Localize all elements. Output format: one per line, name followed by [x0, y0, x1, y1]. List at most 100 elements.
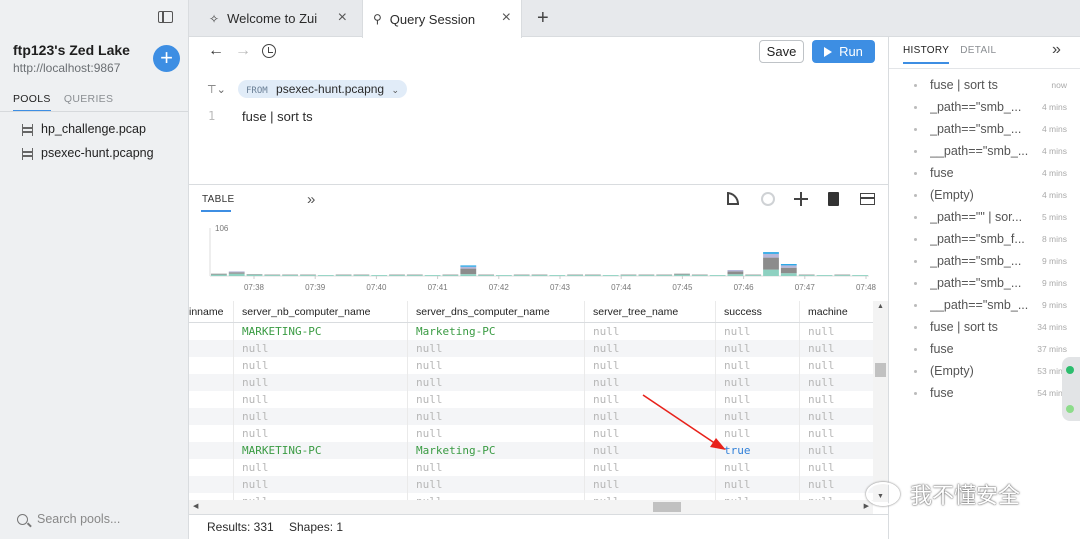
table-cell[interactable]: MARKETING-PC	[234, 442, 408, 459]
table-cell[interactable]: null	[585, 357, 716, 374]
table-cell[interactable]: null	[585, 425, 716, 442]
table-cell[interactable]: null	[234, 476, 408, 493]
table-cell[interactable]: null	[234, 374, 408, 391]
history-item[interactable]: fuse 37 mins	[909, 338, 1073, 360]
history-item[interactable]: _path=="" | sor... 5 mins	[909, 206, 1073, 228]
table-cell[interactable]: null	[234, 340, 408, 357]
history-item[interactable]: _path=="smb_... 4 mins	[909, 118, 1073, 140]
table-cell[interactable]: true	[716, 442, 800, 459]
table-cell[interactable]: null	[585, 391, 716, 408]
table-cell[interactable]: null	[800, 425, 873, 442]
table-cell[interactable]	[189, 357, 234, 374]
chart-toggle-icon[interactable]	[727, 192, 739, 205]
add-pool-button[interactable]: +	[153, 45, 180, 72]
table-cell[interactable]: null	[585, 476, 716, 493]
table-row[interactable]: null null null null null	[189, 459, 873, 476]
table-cell[interactable]: null	[800, 408, 873, 425]
sidebar-toggle-icon[interactable]	[158, 11, 173, 23]
history-item[interactable]: __path=="smb_... 4 mins	[909, 140, 1073, 162]
pool-item-hp-challenge[interactable]: hp_challenge.pcap	[22, 121, 154, 145]
forward-arrow-icon[interactable]: →	[235, 42, 251, 60]
table-cell[interactable]: null	[585, 459, 716, 476]
history-item[interactable]: __path=="smb_... 9 mins	[909, 294, 1073, 316]
table-row[interactable]: MARKETING-PC Marketing-PC null true null	[189, 442, 873, 459]
table-cell[interactable]: null	[800, 391, 873, 408]
table-cell[interactable]: null	[585, 442, 716, 459]
run-button[interactable]: Run	[812, 40, 875, 63]
table-cell[interactable]	[189, 323, 234, 340]
close-icon[interactable]: ×	[338, 10, 347, 26]
table-row[interactable]: null null null null null	[189, 374, 873, 391]
table-cell[interactable]	[189, 425, 234, 442]
export-icon[interactable]	[828, 192, 839, 206]
history-item[interactable]: (Empty) 53 mins	[909, 360, 1073, 382]
table-cell[interactable]: null	[800, 323, 873, 340]
expand-columns-icon[interactable]	[794, 192, 808, 206]
query-editor[interactable]: fuse | sort ts	[242, 109, 313, 124]
results-table[interactable]: inname server_nb_computer_name server_dns_…	[189, 301, 873, 502]
table-cell[interactable]: null	[800, 442, 873, 459]
expand-tabs-icon[interactable]: »	[307, 191, 315, 208]
table-cell[interactable]: null	[716, 323, 800, 340]
table-cell[interactable]: null	[800, 476, 873, 493]
history-item[interactable]: fuse 4 mins	[909, 162, 1073, 184]
table-cell[interactable]: null	[234, 425, 408, 442]
table-cell[interactable]: Marketing-PC	[408, 442, 585, 459]
table-cell[interactable]: null	[716, 476, 800, 493]
table-cell[interactable]: null	[716, 408, 800, 425]
table-row[interactable]: null null null null null	[189, 391, 873, 408]
table-cell[interactable]: null	[408, 357, 585, 374]
tab-detail[interactable]: DETAIL	[960, 45, 996, 62]
column-settings-icon[interactable]	[860, 193, 875, 205]
tab-welcome[interactable]: ✧ Welcome to Zui ×	[199, 0, 357, 37]
table-cell[interactable]: null	[800, 340, 873, 357]
tab-history[interactable]: HISTORY	[903, 45, 950, 64]
pool-item-psexec-hunt[interactable]: psexec-hunt.pcapng	[22, 145, 154, 169]
scroll-thumb[interactable]	[875, 363, 886, 377]
floating-widget[interactable]	[1062, 357, 1080, 421]
table-cell[interactable]	[189, 476, 234, 493]
table-cell[interactable]: null	[800, 374, 873, 391]
table-row[interactable]: null null null null null	[189, 408, 873, 425]
scroll-up-icon[interactable]: ▲	[877, 303, 884, 310]
history-item[interactable]: (Empty) 4 mins	[909, 184, 1073, 206]
table-cell[interactable]: null	[408, 391, 585, 408]
table-cell[interactable]: null	[408, 459, 585, 476]
column-header[interactable]: inname	[189, 301, 234, 322]
history-icon[interactable]	[262, 44, 276, 58]
table-cell[interactable]	[189, 408, 234, 425]
vertical-scrollbar[interactable]: ▲ ▼	[873, 301, 888, 502]
table-cell[interactable]	[189, 340, 234, 357]
collapse-panel-icon[interactable]: »	[1052, 41, 1061, 59]
history-item[interactable]: _path=="smb_... 4 mins	[909, 96, 1073, 118]
table-cell[interactable]: null	[408, 425, 585, 442]
scroll-left-icon[interactable]: ◀	[193, 502, 198, 510]
column-header[interactable]: server_dns_computer_name	[408, 301, 585, 322]
tab-query-session[interactable]: ⚲ Query Session ×	[362, 0, 522, 38]
table-cell[interactable]	[189, 374, 234, 391]
table-cell[interactable]: null	[585, 323, 716, 340]
table-cell[interactable]: MARKETING-PC	[234, 323, 408, 340]
table-cell[interactable]: null	[408, 476, 585, 493]
close-icon[interactable]: ×	[502, 10, 511, 26]
save-button[interactable]: Save	[759, 40, 804, 63]
table-cell[interactable]: null	[408, 408, 585, 425]
scroll-thumb[interactable]	[653, 502, 681, 512]
pin-icon[interactable]: ⊤⌄	[207, 83, 226, 96]
table-cell[interactable]: null	[585, 408, 716, 425]
table-row[interactable]: null null null null null	[189, 340, 873, 357]
horizontal-scrollbar[interactable]: ◀ ▶	[189, 500, 873, 514]
table-cell[interactable]: null	[716, 340, 800, 357]
column-header[interactable]: success	[716, 301, 800, 322]
table-cell[interactable]: null	[234, 391, 408, 408]
column-header[interactable]: server_tree_name	[585, 301, 716, 322]
table-cell[interactable]: null	[716, 374, 800, 391]
table-cell[interactable]: null	[716, 357, 800, 374]
tab-queries[interactable]: QUERIES	[64, 93, 113, 110]
tab-pools[interactable]: POOLS	[13, 93, 51, 112]
table-cell[interactable]: null	[234, 459, 408, 476]
table-cell[interactable]: null	[716, 391, 800, 408]
table-cell[interactable]	[189, 391, 234, 408]
history-item[interactable]: _path=="smb_... 9 mins	[909, 250, 1073, 272]
back-arrow-icon[interactable]: ←	[208, 42, 224, 60]
